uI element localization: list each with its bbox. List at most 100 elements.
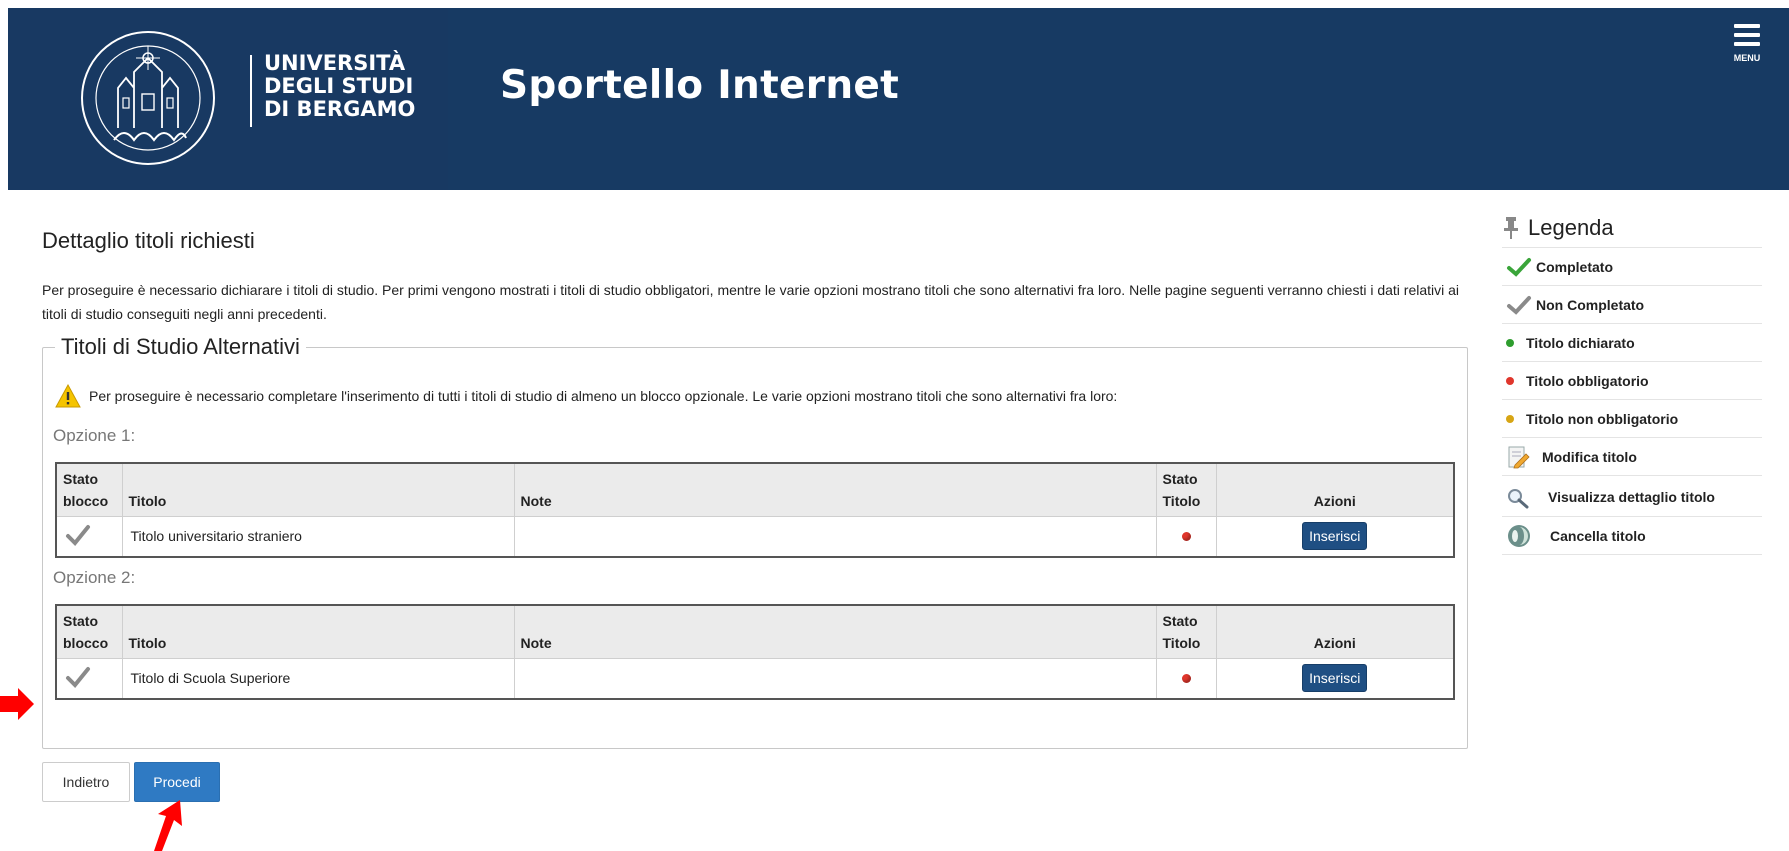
warning-text: Per proseguire è necessario completare l… <box>89 388 1118 404</box>
legend-item-non-completato: Non Completato <box>1502 286 1762 324</box>
intro-text: Per proseguire è necessario dichiarare i… <box>42 282 1460 322</box>
stato-titolo-cell <box>1156 516 1217 557</box>
col-stato-blocco: Stato blocco <box>56 463 123 517</box>
menu-button[interactable]: MENU <box>1726 20 1766 70</box>
option-1-table: Stato blocco Titolo Note Stato Titolo Azio… <box>55 462 1455 558</box>
legend-item-titolo-dichiarato: Titolo dichiarato <box>1502 324 1762 362</box>
col-label: Titolo <box>1162 635 1201 651</box>
annotation-arrow-right <box>0 688 34 720</box>
university-name: UNIVERSITÀ DEGLI STUDI DI BERGAMO <box>264 52 415 121</box>
warning-icon <box>55 384 81 408</box>
check-gray-icon <box>1507 295 1531 315</box>
col-label: Stato <box>63 613 98 629</box>
note-cell <box>514 516 1157 557</box>
legend-label: Cancella titolo <box>1550 527 1646 544</box>
col-titolo: Titolo <box>122 605 515 659</box>
legend-icon-wrap <box>1502 445 1542 469</box>
fieldset-legend: Titoli di Studio Alternativi <box>55 334 306 360</box>
inserisci-button[interactable]: Inserisci <box>1302 522 1368 551</box>
legend-title: Legenda <box>1528 214 1614 240</box>
col-stato-titolo: Stato Titolo <box>1156 605 1217 659</box>
legend-icon-wrap <box>1502 376 1526 385</box>
dot-red-icon <box>1181 532 1191 542</box>
col-note: Note <box>514 463 1157 517</box>
logo-line-1: UNIVERSITÀ <box>264 51 406 75</box>
table-header-row: Stato blocco Titolo Note Stato Titolo Azio… <box>56 463 1454 517</box>
magnifier-icon <box>1508 489 1529 509</box>
legend-header: Legenda <box>1502 208 1762 248</box>
col-azioni: Azioni <box>1216 605 1454 659</box>
site-title: Sportello Internet <box>500 63 900 108</box>
inserisci-button[interactable]: Inserisci <box>1302 664 1368 693</box>
legend-label: Visualizza dettaglio titolo <box>1548 489 1715 505</box>
col-note: Note <box>514 605 1157 659</box>
edit-icon <box>1508 446 1530 468</box>
legend-item-titolo-obbligatorio: Titolo obbligatorio <box>1502 362 1762 400</box>
col-label: Stato <box>1162 471 1198 487</box>
col-label: Stato <box>1162 613 1198 629</box>
col-label: blocco <box>63 635 109 651</box>
logo-line-2: DEGLI STUDI <box>264 74 414 98</box>
stato-blocco-cell <box>56 658 123 699</box>
page-title: Dettaglio titoli richiesti <box>42 228 255 253</box>
legend-icon-wrap <box>1502 295 1536 315</box>
legend-label: Titolo obbligatorio <box>1526 372 1649 389</box>
legend-panel: Legenda Completato Non Completato Titolo… <box>1502 208 1762 555</box>
legend-item-completato: Completato <box>1502 248 1762 286</box>
col-azioni: Azioni <box>1216 463 1454 517</box>
stato-blocco-cell <box>56 516 123 557</box>
hamburger-bar <box>1734 42 1760 46</box>
site-header: UNIVERSITÀ DEGLI STUDI DI BERGAMO Sporte… <box>8 8 1789 190</box>
check-gray-icon <box>66 666 90 688</box>
back-button[interactable]: Indietro <box>42 762 130 802</box>
legend-label: Non Completato <box>1536 296 1645 313</box>
check-green-icon <box>1507 257 1531 277</box>
legend-item-cancella-titolo: Cancella titolo <box>1502 517 1762 555</box>
hamburger-icon <box>1734 24 1760 28</box>
warning-message: Per proseguire è necessario completare l… <box>55 384 1117 408</box>
university-seal-logo <box>81 31 215 165</box>
col-label: blocco <box>63 493 109 509</box>
col-titolo: Titolo <box>122 463 515 517</box>
legend-item-visualizza-dettaglio: Visualizza dettaglio titolo <box>1502 476 1762 517</box>
dot-green-icon <box>1506 338 1514 347</box>
dot-yellow-icon <box>1506 414 1514 423</box>
legend-item-modifica-titolo: Modifica titolo <box>1502 438 1762 476</box>
option-2-label: Opzione 2: <box>53 568 136 587</box>
delete-icon <box>1508 524 1530 547</box>
legend-item-titolo-non-obbligatorio: Titolo non obbligatorio <box>1502 400 1762 438</box>
legend-label: Modifica titolo <box>1542 448 1637 465</box>
legend-icon-wrap <box>1502 338 1526 347</box>
alternative-titles-fieldset: Titoli di Studio Alternativi Per prosegu… <box>42 334 1468 749</box>
legend-icon-wrap <box>1502 487 1548 509</box>
dot-red-icon <box>1181 674 1191 684</box>
annotation-arrow-up <box>154 800 182 851</box>
table-row: Titolo universitario straniero Inserisci <box>56 516 1454 557</box>
legend-icon-wrap <box>1502 414 1526 423</box>
legend-icon-wrap <box>1502 524 1550 548</box>
titolo-cell: Titolo di Scuola Superiore <box>122 658 515 699</box>
table-row: Titolo di Scuola Superiore Inserisci <box>56 658 1454 699</box>
note-cell <box>514 658 1157 699</box>
legend-icon-wrap <box>1502 257 1536 277</box>
legend-label: Completato <box>1536 258 1613 275</box>
option-1-label: Opzione 1: <box>53 426 136 445</box>
table-header-row: Stato blocco Titolo Note Stato Titolo Azio… <box>56 605 1454 659</box>
brand-area[interactable]: UNIVERSITÀ DEGLI STUDI DI BERGAMO <box>8 8 448 190</box>
pin-icon <box>1504 216 1518 239</box>
menu-label: MENU <box>1733 53 1761 63</box>
col-stato-blocco: Stato blocco <box>56 605 123 659</box>
legend-label: Titolo non obbligatorio <box>1526 410 1679 427</box>
azioni-cell: Inserisci <box>1216 516 1454 557</box>
logo-line-3: DI BERGAMO <box>264 97 416 121</box>
option-2-table: Stato blocco Titolo Note Stato Titolo Azio… <box>55 604 1455 700</box>
hamburger-bar <box>1734 33 1760 37</box>
proceed-button[interactable]: Procedi <box>134 762 220 802</box>
check-gray-icon <box>66 524 90 546</box>
titolo-cell: Titolo universitario straniero <box>122 516 515 557</box>
logo-divider <box>250 55 252 127</box>
col-label: Titolo <box>1162 493 1201 509</box>
dot-red-icon <box>1506 376 1514 385</box>
legend-label: Titolo dichiarato <box>1526 334 1635 351</box>
col-stato-titolo: Stato Titolo <box>1156 463 1217 517</box>
